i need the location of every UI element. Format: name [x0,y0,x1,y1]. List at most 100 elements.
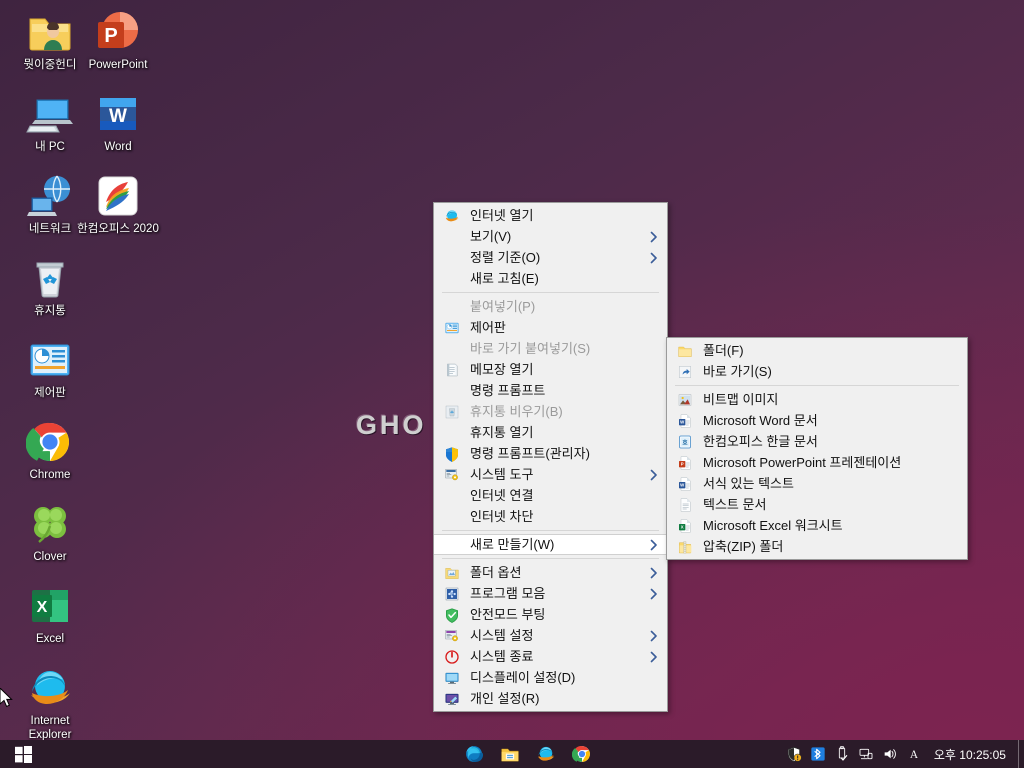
menu-item-label: Microsoft Word 문서 [703,413,818,428]
start-button[interactable] [0,740,46,768]
clover-icon [26,500,74,548]
menu-item-10: 휴지통 비우기(B) [434,401,667,422]
menu-item-3[interactable]: 비트맵 이미지 [667,389,967,410]
this-pc-icon [26,90,74,138]
desktop-icon-label: 한컴오피스 2020 [77,223,159,235]
powerpoint-icon: P [94,8,142,56]
menu-item-25[interactable]: 개인 설정(R) [434,688,667,709]
system-tray: A 오후 10:25:05 [782,740,1024,768]
menu-item-7[interactable]: W 서식 있는 텍스트 [667,473,967,494]
desktop-icon-1[interactable]: P PowerPoint [76,8,160,73]
menu-item-1[interactable]: 바로 가기(S) [667,361,967,382]
menu-item-14[interactable]: 인터넷 연결 [434,485,667,506]
desktop-context-menu[interactable]: 인터넷 열기 보기(V) 정렬 기준(O) 새로 고침(E) 붙여넣기(P) 제어판 바로 … [433,202,668,712]
control-panel-icon [444,320,460,336]
menu-item-6[interactable]: P Microsoft PowerPoint 프레젠테이션 [667,452,967,473]
system-tools-icon [444,467,460,483]
desktop-icon-label: 휴지통 [34,305,66,317]
uac-shield-icon [444,446,460,462]
tray-bluetooth-icon[interactable] [806,740,830,768]
svg-text:A: A [910,749,919,761]
internet-explorer-icon [444,208,460,224]
menu-item-label: 정렬 기준(O) [470,250,541,265]
recycle-bin-icon [26,254,74,302]
menu-item-3[interactable]: 새로 고침(E) [434,268,667,289]
taskbar[interactable]: A 오후 10:25:05 [0,740,1024,768]
menu-item-11[interactable]: 휴지통 열기 [434,422,667,443]
menu-item-15[interactable]: 인터넷 차단 [434,506,667,527]
menu-item-label: Microsoft Excel 워크시트 [703,518,843,533]
tray-usb-eject-icon[interactable] [830,740,854,768]
menu-item-9[interactable]: X Microsoft Excel 워크시트 [667,515,967,536]
menu-item-12[interactable]: 명령 프롬프트(관리자) [434,443,667,464]
green-shield-icon [444,607,460,623]
desktop-icon-label: Word [104,141,132,153]
show-desktop-button[interactable] [1018,740,1024,768]
desktop-icon-8[interactable]: Chrome [8,418,92,483]
programs-icon [444,586,460,602]
menu-item-5: 붙여넣기(P) [434,296,667,317]
menu-item-9[interactable]: 명령 프롬프트 [434,380,667,401]
folder-icon [677,343,693,359]
menu-item-label: 프로그램 모음 [470,586,546,601]
menu-item-label: 새로 고침(E) [470,271,539,286]
menu-item-label: 비트맵 이미지 [703,392,779,407]
menu-item-label: 폴더(F) [703,343,744,358]
menu-item-19[interactable]: 폴더 옵션 [434,562,667,583]
system-settings-icon [444,628,460,644]
menu-item-0[interactable]: 인터넷 열기 [434,205,667,226]
menu-item-20[interactable]: 프로그램 모음 [434,583,667,604]
svg-text:X: X [681,524,684,529]
menu-item-label: 보기(V) [470,229,512,244]
menu-item-label: 개인 설정(R) [470,691,540,706]
taskbar-file-explorer-icon[interactable] [492,740,528,768]
menu-item-8[interactable]: 텍스트 문서 [667,494,967,515]
menu-item-6[interactable]: 제어판 [434,317,667,338]
bitmap-icon [677,392,693,408]
desktop-icon-9[interactable]: Clover [8,500,92,565]
desktop-icon-6[interactable]: 휴지통 [8,254,92,319]
desktop-icon-label: 제어판 [34,387,66,399]
menu-item-label: 디스플레이 설정(D) [470,670,576,685]
internet-explorer-icon [26,664,74,712]
menu-item-22[interactable]: 시스템 설정 [434,625,667,646]
menu-item-label: 폴더 옵션 [470,565,522,580]
tray-security-shield-warning-icon[interactable] [782,740,806,768]
tray-network-icon[interactable] [854,740,878,768]
taskbar-edge-icon[interactable] [456,740,492,768]
desktop-icon-11[interactable]: Internet Explorer [8,664,92,740]
menu-item-4[interactable]: W Microsoft Word 문서 [667,410,967,431]
menu-item-label: 시스템 도구 [470,467,534,482]
desktop-icon-7[interactable]: 제어판 [8,336,92,401]
menu-item-label: 인터넷 연결 [470,488,534,503]
new-submenu[interactable]: 폴더(F) 바로 가기(S) 비트맵 이미지 W Microsoft Word 문서 호 한… [666,337,968,560]
desktop-icon-3[interactable]: W Word [76,90,160,155]
tray-ime-icon[interactable]: A [902,740,926,768]
menu-item-24[interactable]: 디스플레이 설정(D) [434,667,667,688]
menu-item-0[interactable]: 폴더(F) [667,340,967,361]
taskbar-clock[interactable]: 오후 10:25:05 [926,740,1018,768]
desktop-icon-label: Clover [33,551,67,563]
chevron-right-icon [650,539,657,550]
desktop-icon-5[interactable]: 한컴오피스 2020 [76,172,160,237]
menu-item-1[interactable]: 보기(V) [434,226,667,247]
menu-item-2[interactable]: 정렬 기준(O) [434,247,667,268]
menu-item-21[interactable]: 안전모드 부팅 [434,604,667,625]
menu-item-13[interactable]: 시스템 도구 [434,464,667,485]
menu-item-label: 안전모드 부팅 [470,607,546,622]
desktop-icon-label: Internet Explorer [28,715,72,740]
menu-item-8[interactable]: 메모장 열기 [434,359,667,380]
taskbar-internet-explorer-icon[interactable] [528,740,564,768]
desktop-icon-10[interactable]: X Excel [8,582,92,647]
menu-item-5[interactable]: 호 한컴오피스 한글 문서 [667,431,967,452]
user-folder-icon [26,8,74,56]
menu-item-23[interactable]: 시스템 종료 [434,646,667,667]
menu-item-label: 시스템 종료 [470,649,534,664]
menu-item-label: 메모장 열기 [470,362,534,377]
desktop-icon-label: Excel [35,633,65,645]
tray-volume-icon[interactable] [878,740,902,768]
menu-separator [442,530,659,531]
taskbar-chrome-icon[interactable] [564,740,600,768]
menu-item-10[interactable]: 압축(ZIP) 폴더 [667,536,967,557]
menu-item-17[interactable]: 새로 만들기(W) [434,534,667,555]
